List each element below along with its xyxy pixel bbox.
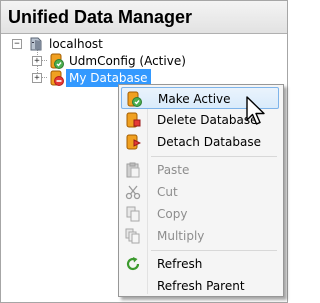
database-active-icon xyxy=(50,53,64,69)
database-inactive-icon xyxy=(50,70,64,86)
menu-item-label: Paste xyxy=(157,163,190,177)
menu-item-label: Cut xyxy=(157,185,178,199)
panel-title: Unified Data Manager xyxy=(8,7,193,27)
tree-node-localhost[interactable]: − localhost xyxy=(12,35,132,53)
cut-icon xyxy=(125,185,141,200)
mouse-pointer-icon xyxy=(246,96,265,125)
menu-item-paste[interactable]: Paste xyxy=(121,159,279,181)
menu-item-detach-database[interactable]: Detach Database xyxy=(121,131,279,153)
menu-item-label: Delete Database xyxy=(157,113,258,127)
collapse-icon[interactable]: − xyxy=(12,39,22,49)
menu-item-copy[interactable]: Copy xyxy=(121,203,279,225)
expand-icon[interactable]: + xyxy=(32,73,42,83)
menu-item-cut[interactable]: Cut xyxy=(121,181,279,203)
menu-item-label: Multiply xyxy=(157,229,205,243)
menu-item-refresh[interactable]: Refresh xyxy=(121,253,279,275)
menu-item-label: Refresh xyxy=(157,257,203,271)
delete-database-icon xyxy=(126,112,141,128)
menu-separator xyxy=(151,156,277,157)
detach-database-icon xyxy=(126,134,141,150)
menu-item-label: Detach Database xyxy=(157,135,261,149)
server-icon xyxy=(30,37,42,51)
expand-icon[interactable]: + xyxy=(32,56,42,66)
menu-item-label: Make Active xyxy=(158,92,231,106)
menu-separator xyxy=(151,250,277,251)
make-active-icon xyxy=(127,91,142,107)
menu-item-refresh-parent[interactable]: Refresh Parent xyxy=(121,275,279,297)
panel-header: Unified Data Manager xyxy=(1,1,287,34)
tree-node-label: UdmConfig (Active) xyxy=(69,54,186,68)
menu-item-multiply[interactable]: Multiply xyxy=(121,225,279,247)
refresh-icon xyxy=(126,257,140,271)
menu-item-label: Copy xyxy=(157,207,188,221)
paste-icon xyxy=(126,162,140,178)
tree-node-label: localhost xyxy=(49,37,103,51)
menu-item-label: Refresh Parent xyxy=(157,279,245,293)
tree-node-udmconfig[interactable]: + UdmConfig (Active) xyxy=(32,52,186,70)
copy-icon xyxy=(126,206,140,222)
multiply-icon xyxy=(125,228,140,244)
